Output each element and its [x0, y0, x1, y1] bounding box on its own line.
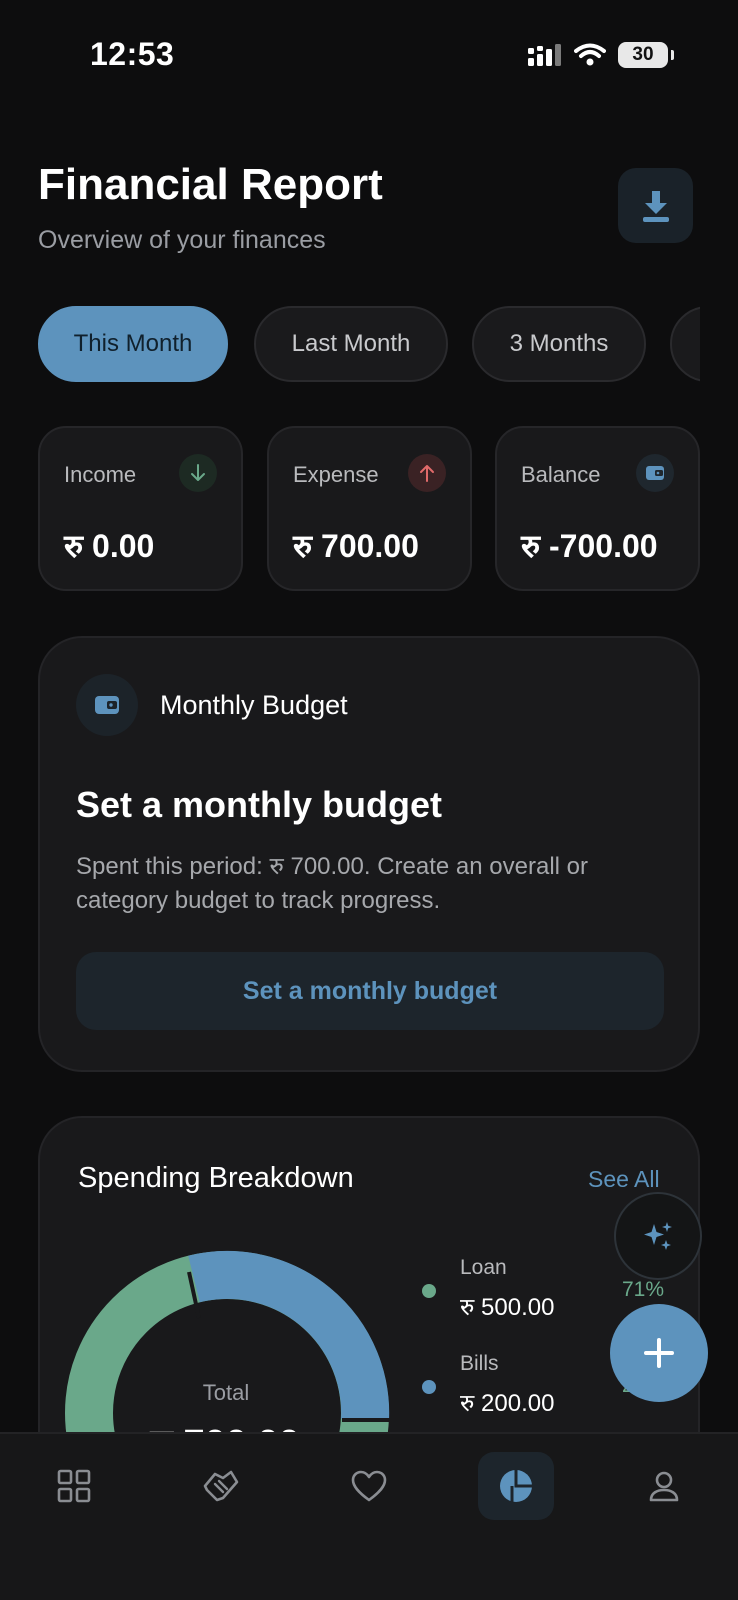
legend-percent: 71% — [622, 1278, 665, 1301]
budget-heading: Set a monthly budget — [76, 784, 443, 825]
legend-dot — [422, 1284, 436, 1298]
legend-dot — [422, 1380, 436, 1394]
tab-3-months[interactable]: 3 Months — [472, 306, 646, 382]
income-label: Income — [64, 462, 137, 487]
tab-this-month[interactable]: This Month — [38, 306, 228, 382]
set-budget-button[interactable]: Set a monthly budget — [76, 952, 664, 1030]
budget-icon-wrap — [76, 674, 138, 736]
nav-item-profile[interactable] — [626, 1452, 702, 1520]
bottom-navigation — [0, 1432, 738, 1600]
download-button[interactable] — [618, 168, 693, 243]
grid-icon — [57, 1469, 91, 1503]
period-tabs: This Month Last Month 3 Months — [38, 306, 700, 382]
total-label: Total — [202, 1380, 250, 1405]
income-badge — [179, 454, 217, 492]
expense-label: Expense — [293, 462, 379, 487]
arrow-down-icon — [191, 464, 205, 481]
see-all-link[interactable]: See All — [588, 1166, 660, 1193]
income-value: रु 0.00 — [64, 528, 155, 564]
signal-icon — [528, 44, 561, 66]
sparkles-icon — [644, 1222, 672, 1250]
legend-amount: रु 200.00 — [460, 1390, 555, 1417]
nav-item-loans[interactable] — [183, 1452, 259, 1520]
arrow-up-icon — [420, 465, 434, 482]
plus-icon — [644, 1338, 674, 1368]
wallet-icon — [95, 696, 119, 714]
status-icons: 30 — [528, 40, 674, 70]
handshake-icon — [203, 1470, 239, 1502]
wallet-icon — [646, 466, 664, 480]
balance-value: रु -700.00 — [521, 528, 658, 564]
budget-card-title: Monthly Budget — [160, 690, 348, 720]
income-card[interactable]: Income रु 0.00 — [38, 426, 243, 591]
expense-value: रु 700.00 — [293, 528, 419, 564]
wifi-icon — [574, 43, 606, 66]
download-icon — [642, 190, 669, 222]
balance-card[interactable]: Balance रु -700.00 — [495, 426, 700, 591]
legend-amount: रु 500.00 — [460, 1294, 555, 1321]
tab-last-month[interactable]: Last Month — [254, 306, 448, 382]
budget-description: Spent this period: रु 700.00. Create an … — [76, 853, 588, 914]
status-bar: 12:53 30 — [0, 0, 738, 110]
legend-name: Bills — [460, 1352, 499, 1375]
ai-assistant-button[interactable] — [614, 1192, 702, 1280]
spending-title: Spending Breakdown — [78, 1162, 354, 1194]
expense-badge — [408, 454, 446, 492]
balance-badge — [636, 454, 674, 492]
nav-item-favorites[interactable] — [331, 1452, 407, 1520]
page-title: Financial Report — [38, 160, 383, 209]
heart-icon — [351, 1470, 387, 1502]
status-time: 12:53 — [90, 36, 175, 72]
add-transaction-button[interactable] — [610, 1304, 708, 1402]
pie-chart-icon — [500, 1470, 532, 1502]
page-subtitle: Overview of your finances — [38, 226, 326, 254]
user-icon — [649, 1471, 679, 1502]
nav-item-dashboard[interactable] — [36, 1452, 112, 1520]
tab-more[interactable] — [670, 306, 700, 382]
nav-item-reports[interactable] — [478, 1452, 554, 1520]
expense-card[interactable]: Expense रु 700.00 — [267, 426, 472, 591]
monthly-budget-card: Monthly Budget Set a monthly budget Spen… — [38, 636, 700, 1072]
balance-label: Balance — [521, 462, 601, 487]
legend-name: Loan — [460, 1256, 507, 1279]
battery-indicator: 30 — [618, 42, 674, 68]
